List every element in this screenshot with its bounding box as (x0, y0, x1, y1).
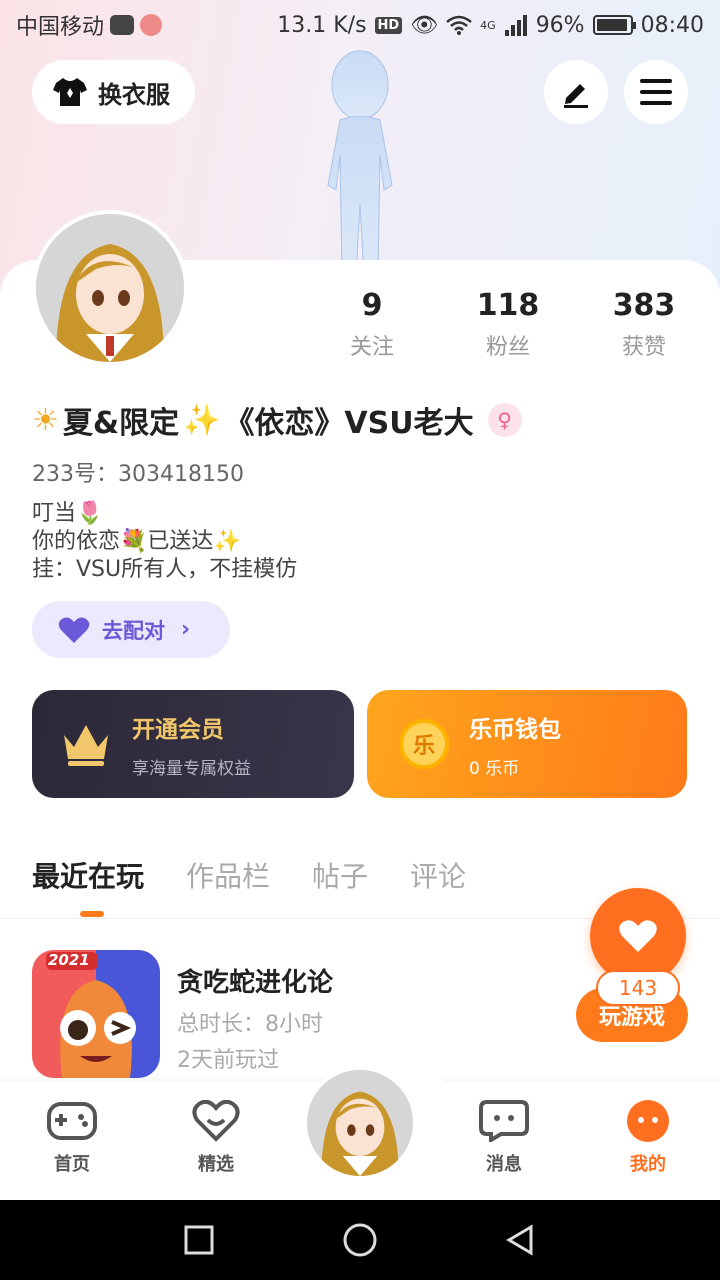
hd-badge: HD (374, 16, 403, 34)
vip-title: 开通会员 (132, 716, 224, 743)
nav-label: 精选 (198, 1154, 234, 1175)
nav-label: 我的 (630, 1154, 666, 1175)
heart-icon (58, 617, 90, 643)
match-button[interactable]: 去配对 › (32, 601, 230, 658)
battery-percent: 96% (535, 12, 585, 38)
match-label: 去配对 (102, 618, 165, 643)
bio-line: 已送达 (147, 529, 214, 554)
nav-avatar[interactable] (303, 1066, 417, 1180)
game-name: 贪吃蛇进化论 (177, 968, 334, 998)
sun-emoji: ☀ (32, 402, 59, 438)
nickname-suffix: 《依恋》VSU老大 (224, 406, 474, 441)
app-notification-icon (140, 14, 163, 36)
bio-line: 挂：VSU所有人，不挂模仿 (32, 557, 298, 582)
nav-label: 首页 (54, 1154, 90, 1175)
nav-me[interactable]: 我的 (608, 1100, 688, 1176)
tab-recently-played[interactable]: 最近在玩 (32, 855, 144, 895)
tab-comments[interactable]: 评论 (410, 855, 466, 895)
like-count: 143 (596, 970, 680, 1006)
game-duration: 总时长：8小时 (177, 1012, 323, 1037)
change-outfit-button[interactable]: 换衣服 (32, 60, 195, 124)
home-circle-icon[interactable] (342, 1222, 378, 1258)
avatar-illustration (36, 214, 184, 362)
back-triangle-icon[interactable] (505, 1224, 537, 1256)
menu-icon (640, 79, 672, 105)
game-year-badge: 2021 (48, 951, 90, 969)
tab-posts[interactable]: 帖子 (312, 855, 368, 895)
game-controller-icon (110, 15, 135, 35)
tulip-emoji: 🌷 (76, 501, 104, 526)
bio: 叮当🌷 你的依恋💐已送达✨ 挂：VSU所有人，不挂模仿 (32, 500, 297, 584)
avatar-illustration (307, 1070, 413, 1176)
game-icon: 2021 (32, 950, 160, 1078)
profile-avatar[interactable] (32, 210, 188, 366)
coin-icon: 乐 (399, 719, 449, 769)
game-last-played: 2天前玩过 (177, 1048, 279, 1073)
battery-icon (592, 15, 636, 35)
wifi-icon (446, 15, 472, 35)
user-id: 233号：303418150 (32, 462, 244, 487)
eye-icon: 👁 (410, 12, 439, 38)
status-bar: 中国移动 13.1 K/s HD 👁 4G 96% 08:40 (0, 0, 720, 50)
nav-label: 消息 (486, 1154, 522, 1175)
system-navigation-bar (0, 1200, 720, 1280)
profile-tabs: 最近在玩 作品栏 帖子 评论 (32, 855, 508, 895)
vip-subtitle: 享海量专属权益 (132, 758, 251, 779)
nav-messages[interactable]: 消息 (464, 1100, 544, 1176)
wallet-balance: 0 乐币 (469, 758, 520, 779)
nickname: ☀ 夏&限定 ✨ 《依恋》VSU老大 ♀ (32, 398, 522, 442)
stat-label: 关注 (349, 335, 394, 360)
nav-home[interactable]: 首页 (32, 1100, 112, 1176)
stat-followers[interactable]: 118 粉丝 (448, 288, 568, 361)
bouquet-emoji: 💐 (120, 529, 148, 554)
vip-membership-card[interactable]: 开通会员 享海量专属权益 (32, 690, 354, 798)
stat-label: 粉丝 (485, 335, 530, 360)
network-type: 4G (480, 18, 496, 32)
nickname-text: 夏&限定 (62, 406, 180, 441)
nav-featured[interactable]: 精选 (176, 1099, 256, 1176)
gamepad-icon (47, 1102, 97, 1140)
stat-following[interactable]: 9 关注 (312, 288, 432, 361)
profile-face-icon (627, 1100, 669, 1142)
change-outfit-label: 换衣服 (98, 80, 170, 109)
pen-icon (564, 84, 588, 108)
female-gender-icon: ♀ (487, 403, 522, 437)
menu-button[interactable] (624, 60, 688, 124)
heart-icon (619, 920, 657, 952)
bio-line: 你的依恋 (32, 529, 121, 554)
sparkle-emoji: ✨ (213, 529, 241, 554)
stat-likes[interactable]: 383 获赞 (584, 288, 704, 361)
signal-icon (504, 15, 527, 36)
stat-value: 383 (612, 288, 676, 323)
crown-icon (64, 725, 108, 766)
tshirt-icon (53, 78, 87, 106)
recent-apps-icon[interactable] (183, 1224, 215, 1256)
tab-indicator (80, 911, 104, 917)
heart-outline-icon (192, 1099, 240, 1142)
chat-bubble-icon (479, 1100, 529, 1144)
edit-profile-button[interactable] (544, 60, 608, 124)
sparkle-emoji: ✨ (183, 402, 221, 438)
stat-value: 9 (361, 288, 383, 323)
tab-works[interactable]: 作品栏 (186, 855, 270, 895)
chevron-right-icon: › (181, 617, 191, 642)
avatar-3d-figure (327, 50, 393, 275)
network-speed: 13.1 K/s (277, 12, 367, 38)
stat-value: 118 (476, 288, 540, 323)
bio-line: 叮当 (32, 501, 77, 526)
stat-label: 获赞 (621, 335, 666, 360)
carrier-text: 中国移动 (16, 15, 105, 40)
coin-wallet-card[interactable]: 乐 乐币钱包 0 乐币 (367, 690, 687, 798)
clock: 08:40 (640, 12, 704, 38)
wallet-title: 乐币钱包 (469, 716, 561, 743)
